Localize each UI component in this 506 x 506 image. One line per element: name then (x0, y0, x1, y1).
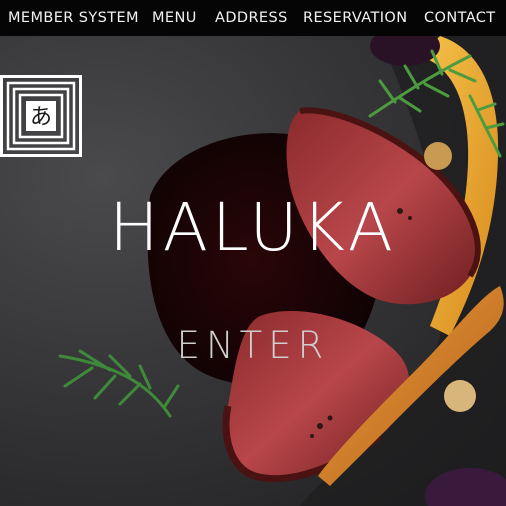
logo-glyph: あ (30, 105, 52, 130)
nav-address[interactable]: ADDRESS (215, 0, 288, 36)
nav-member-system[interactable]: MEMBER SYSTEM (8, 0, 139, 36)
nav-reservation[interactable]: RESERVATION (303, 0, 407, 36)
enter-button[interactable]: ENTER (0, 322, 506, 370)
square-spiral-logo-icon[interactable]: あ (0, 75, 82, 157)
nav-contact[interactable]: CONTACT (424, 0, 496, 36)
top-navigation: MEMBER SYSTEM MENU ADDRESS RESERVATION C… (0, 0, 506, 36)
hero-section: あ HALUKA ENTER (0, 36, 506, 506)
nav-menu[interactable]: MENU (152, 0, 197, 36)
brand-title: HALUKA (109, 189, 397, 266)
